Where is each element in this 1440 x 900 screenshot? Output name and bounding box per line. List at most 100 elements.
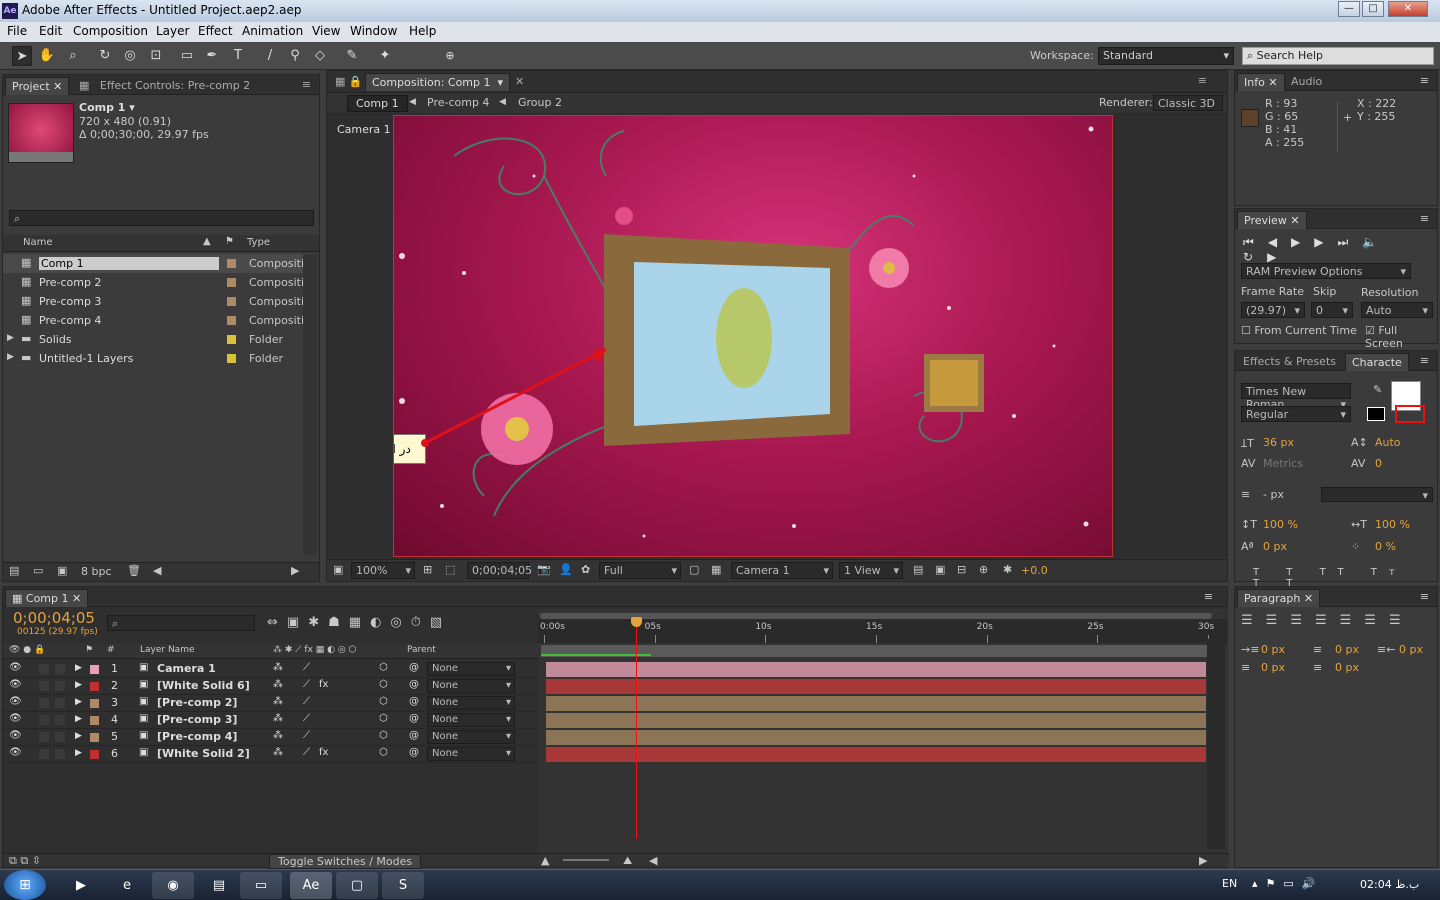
stroke-width-value[interactable]: - px xyxy=(1263,488,1284,501)
timeline-search-input[interactable]: ⌕ xyxy=(107,615,255,631)
resolution-select[interactable]: Auto ▾ xyxy=(1361,302,1433,318)
indent-left-value[interactable]: 0 px xyxy=(1261,643,1285,656)
flowchart-icon[interactable]: ⊕ xyxy=(979,563,988,576)
live-update-icon[interactable]: ▣ xyxy=(287,615,308,630)
tab-character[interactable]: Characte xyxy=(1345,353,1409,371)
expand-arrow-icon[interactable]: ▶ xyxy=(7,333,14,343)
label-swatch[interactable] xyxy=(227,316,236,325)
frame-blending-icon[interactable]: ▦ xyxy=(349,615,370,630)
camera-orbit-icon[interactable]: ◎ xyxy=(120,46,140,66)
tab-project[interactable]: Project ✕ xyxy=(5,77,70,95)
window-icon[interactable]: ▢ xyxy=(336,872,378,899)
show-snapshot-icon[interactable]: 👤 xyxy=(559,563,573,576)
layer-duration-bar[interactable] xyxy=(546,730,1206,745)
expand-arrow-icon[interactable]: ▶ xyxy=(7,352,14,362)
trash-icon[interactable]: 🗑 xyxy=(127,564,141,577)
bpc-label[interactable]: 8 bpc xyxy=(81,565,112,578)
skip-select[interactable]: 0 ▾ xyxy=(1311,302,1353,318)
eraser-tool-icon[interactable]: ◇ xyxy=(310,46,330,66)
menu-file[interactable]: File xyxy=(7,24,27,38)
motion-blur-icon[interactable]: ◐ xyxy=(370,615,390,630)
toggle-switches-modes-button[interactable]: Toggle Switches / Modes xyxy=(269,854,422,869)
label-swatch[interactable] xyxy=(227,354,236,363)
current-time-field[interactable]: 0;00;04;05 xyxy=(467,562,532,579)
explorer-icon[interactable]: ▭ xyxy=(240,872,282,899)
axis-mode-icon[interactable]: ⊕ ● ✱ xyxy=(440,46,460,102)
snapshot-icon[interactable]: 📷 xyxy=(537,563,551,576)
ram-preview-options[interactable]: RAM Preview Options ▾ xyxy=(1241,263,1411,279)
panel-menu-icon[interactable]: ≡ xyxy=(1420,212,1429,225)
frame-rate-select[interactable]: (29.97) ▾ xyxy=(1241,302,1305,318)
tab-preview[interactable]: Preview ✕ xyxy=(1237,211,1307,229)
panel-menu-icon[interactable]: ≡ xyxy=(1204,590,1213,603)
justify-last-right-icon[interactable]: ☰ xyxy=(1389,613,1414,628)
menu-animation[interactable]: Animation xyxy=(242,24,303,38)
current-time-indicator[interactable] xyxy=(631,617,643,839)
always-preview-icon[interactable]: ▣ xyxy=(333,563,343,576)
firefox-icon[interactable]: ◉ xyxy=(152,872,194,899)
tracking-value[interactable]: 0 xyxy=(1375,457,1382,470)
layer-duration-bar[interactable] xyxy=(546,679,1206,694)
full-screen-checkbox[interactable]: ☑ Full Screen xyxy=(1365,324,1437,350)
col-type-header[interactable]: Type xyxy=(247,237,270,248)
app-s-icon[interactable]: S xyxy=(382,872,424,899)
zoom-in-icon[interactable]: ⛰ xyxy=(623,854,632,868)
indent-first-value[interactable]: 0 px xyxy=(1335,643,1359,656)
menu-composition[interactable]: Composition xyxy=(73,24,148,38)
project-item[interactable]: ▦ Pre-comp 4 Compositio xyxy=(3,311,311,330)
puppet-tool-icon[interactable]: ✦ xyxy=(375,46,395,66)
indent-right-value[interactable]: 0 px xyxy=(1399,643,1423,656)
new-comp-icon[interactable]: ▣ xyxy=(57,564,67,577)
label-swatch[interactable] xyxy=(227,335,236,344)
tab-timeline-comp1[interactable]: ▦ Comp 1 ✕ xyxy=(5,589,89,607)
label-swatch[interactable] xyxy=(227,278,236,287)
menu-window[interactable]: Window xyxy=(350,24,397,38)
project-item[interactable]: ▶ ▬ Untitled-1 Layers Folder xyxy=(3,349,303,368)
layer-name-header[interactable]: Layer Name xyxy=(140,645,195,655)
brainstorm-icon[interactable]: ◎ xyxy=(390,615,410,630)
search-help-input[interactable]: ⌕ Search Help xyxy=(1242,47,1434,65)
justify-last-left-icon[interactable]: ☰ xyxy=(1315,613,1340,628)
scroll-right-icon[interactable]: ▶ xyxy=(1199,854,1207,867)
last-frame-icon[interactable]: ⏭ xyxy=(1338,235,1363,249)
pan-behind-icon[interactable]: ⊡ xyxy=(146,46,166,66)
panel-menu-icon[interactable]: ≡ xyxy=(1420,74,1429,87)
view-layout-select[interactable]: 1 View ▾ xyxy=(839,562,903,579)
new-folder-icon[interactable]: ▭ xyxy=(33,564,43,577)
layer-duration-bar[interactable] xyxy=(546,747,1206,762)
menu-edit[interactable]: Edit xyxy=(39,24,62,38)
baseline-shift-value[interactable]: 0 px xyxy=(1263,540,1287,553)
aspect-icon[interactable]: ⊞ xyxy=(423,563,432,576)
selection-tool-icon[interactable]: ➤ xyxy=(12,46,32,66)
media-player-icon[interactable]: ▶ xyxy=(60,872,102,899)
project-item[interactable]: ▦ Comp 1 Compositio xyxy=(3,254,311,273)
workspace-select[interactable]: Standard ▾ xyxy=(1098,47,1234,65)
exposure-value[interactable]: +0.0 xyxy=(1021,564,1048,577)
font-size-value[interactable]: 36 px xyxy=(1263,436,1294,449)
font-family-select[interactable]: Times New Roman ▾ xyxy=(1241,383,1351,411)
scroll-left-icon[interactable]: ◀ xyxy=(649,854,657,867)
eyedropper-icon[interactable]: ✎ xyxy=(1373,383,1382,396)
tab-audio[interactable]: Audio xyxy=(1285,73,1328,91)
justify-all-icon[interactable]: ☰ xyxy=(1364,613,1389,628)
zoom-select[interactable]: 100% ▾ xyxy=(351,562,415,579)
mask-visibility-icon[interactable]: ⬚ xyxy=(445,563,455,576)
layer-duration-bar[interactable] xyxy=(546,696,1206,711)
sort-icon[interactable]: ▲ xyxy=(203,236,211,247)
project-item[interactable]: ▶ ▬ Solids Folder xyxy=(3,330,303,349)
kerning-value[interactable]: Metrics xyxy=(1263,457,1303,470)
clock[interactable]: 02:04 ب.ظ xyxy=(1360,878,1419,891)
horizontal-scale-value[interactable]: 100 % xyxy=(1375,518,1410,531)
stroke-type-select[interactable]: ▾ xyxy=(1321,487,1433,502)
label-swatch[interactable] xyxy=(227,259,236,268)
start-button[interactable]: ⊞ xyxy=(4,870,46,900)
panel-menu-icon[interactable]: ≡ xyxy=(302,78,311,91)
next-frame-icon[interactable]: ▶ xyxy=(1314,235,1337,249)
tray-icons[interactable]: ▴⚑▭🔊 xyxy=(1252,877,1323,890)
transparency-grid-icon[interactable]: ▦ xyxy=(711,563,721,576)
from-current-time-checkbox[interactable]: ☐ From Current Time xyxy=(1241,324,1357,337)
stroke-color-swatch[interactable] xyxy=(1395,405,1425,423)
notepad-icon[interactable]: ▤ xyxy=(198,872,240,899)
tab-effect-controls[interactable]: ▦ Effect Controls: Pre-comp 2 xyxy=(73,77,256,95)
close-button[interactable]: ✕ xyxy=(1388,1,1428,17)
